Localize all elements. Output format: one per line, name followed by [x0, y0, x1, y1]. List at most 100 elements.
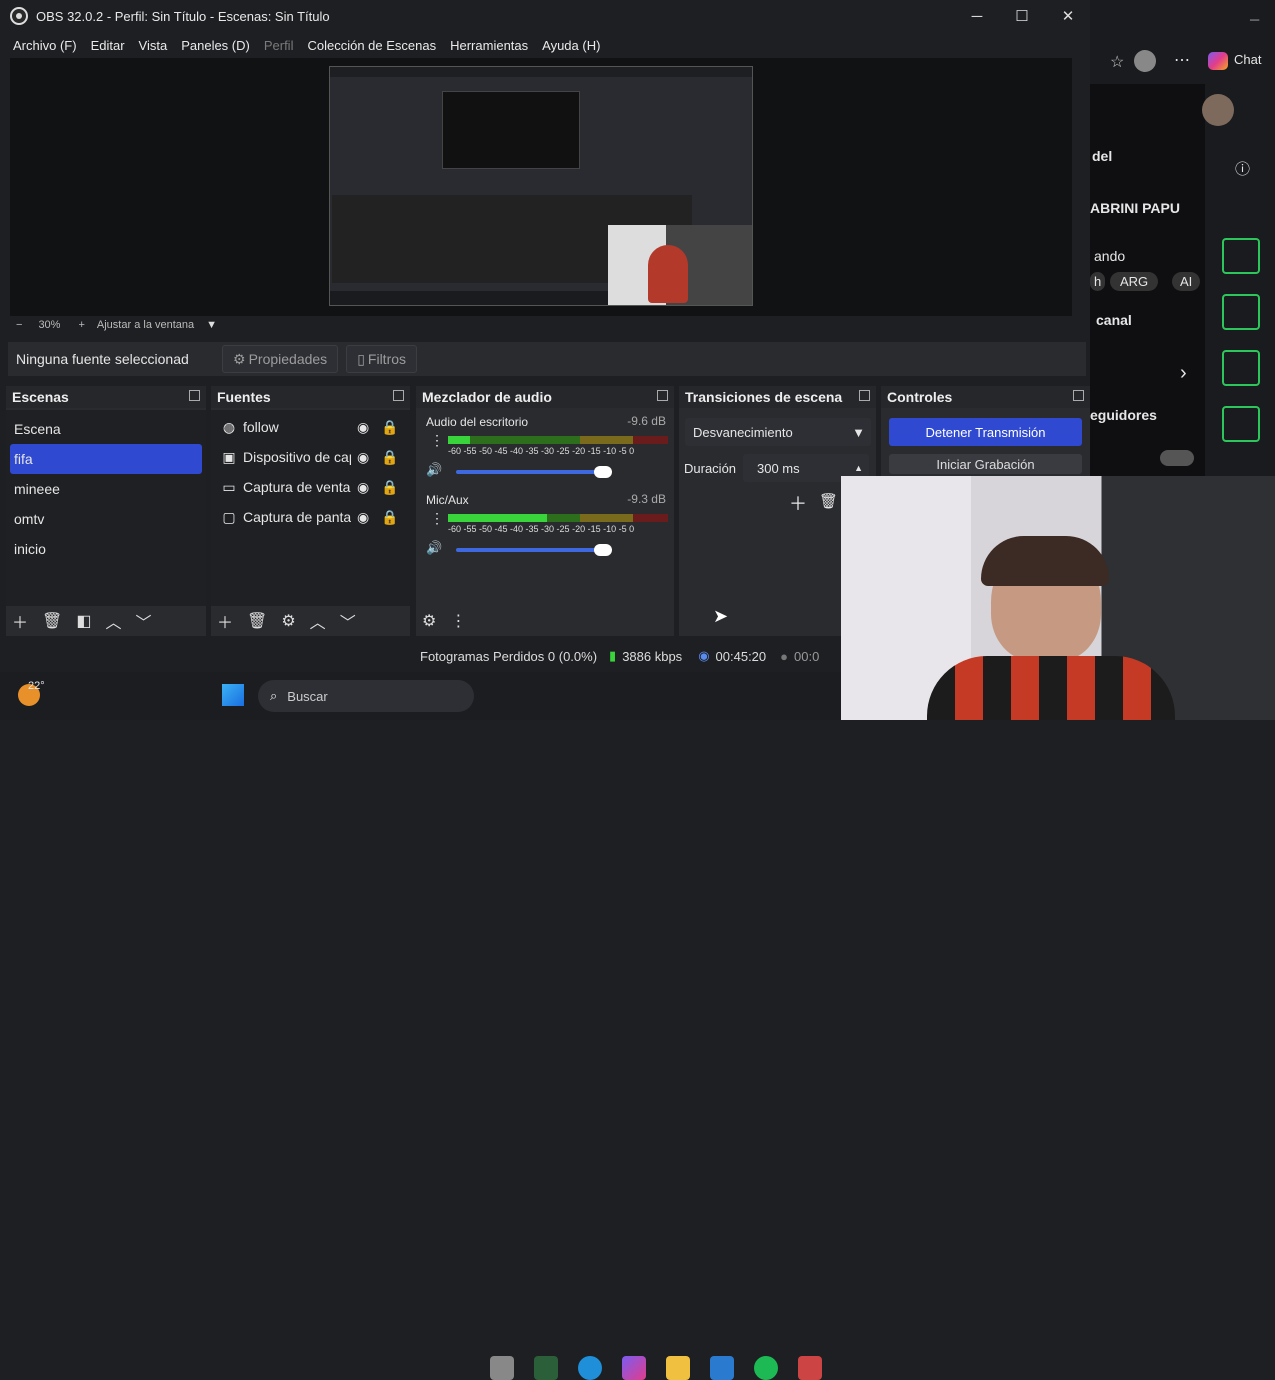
scene-item[interactable]: mineee	[6, 474, 206, 504]
speaker-icon[interactable]: 🔊	[426, 462, 442, 478]
gear-icon[interactable]: ⚙	[281, 611, 295, 631]
popout-icon[interactable]	[859, 390, 870, 401]
scene-item[interactable]: Escena	[6, 414, 206, 444]
chevron-right-icon[interactable]: ›	[1180, 362, 1187, 385]
popout-icon[interactable]	[1073, 390, 1084, 401]
stop-stream-button[interactable]: Detener Transmisión	[889, 418, 1082, 446]
store-icon[interactable]	[710, 1356, 734, 1380]
add-icon[interactable]: ＋	[12, 609, 28, 633]
minimize-button[interactable]: ─	[954, 0, 1000, 32]
windows-start-icon[interactable]	[222, 684, 244, 706]
transition-select[interactable]: Desvanecimiento ▼	[685, 418, 871, 446]
chevron-up-icon[interactable]: ︿	[105, 609, 121, 633]
lock-icon[interactable]: 🔒	[381, 479, 398, 496]
transition-value: Desvanecimiento	[693, 424, 793, 440]
menu-herramientas[interactable]: Herramientas	[443, 38, 535, 53]
popout-icon[interactable]	[189, 390, 200, 401]
lock-icon[interactable]: 🔒	[381, 509, 398, 526]
toggle-switch[interactable]	[1160, 450, 1194, 466]
window-icon: ▭	[222, 478, 236, 495]
zoom-in-button[interactable]: +	[78, 319, 84, 331]
trash-icon[interactable]: 🗑	[42, 611, 62, 631]
source-row[interactable]: ▭ Captura de ventar ◉ 🔒	[211, 472, 410, 502]
streamer-avatar[interactable]	[1202, 94, 1234, 126]
spotify-icon[interactable]	[754, 1356, 778, 1380]
menu-archivo[interactable]: Archivo (F)	[0, 38, 84, 53]
source-row[interactable]: ▣ Dispositivo de cap ◉ 🔒	[211, 442, 410, 472]
app-icon[interactable]	[534, 1356, 558, 1380]
tag: h	[1090, 272, 1106, 291]
eye-icon[interactable]: ◉	[357, 419, 369, 436]
properties-button[interactable]: ⚙ Propiedades	[222, 345, 339, 373]
scene-item[interactable]: omtv	[6, 504, 206, 534]
clip-icon[interactable]	[1222, 238, 1260, 274]
record-time: 00:0	[794, 648, 820, 664]
lock-icon[interactable]: 🔒	[381, 419, 398, 436]
popout-icon[interactable]	[393, 390, 404, 401]
favorite-icon[interactable]: ☆	[1110, 52, 1124, 72]
maximize-button[interactable]: ☐	[999, 0, 1045, 32]
minimize-icon[interactable]: ─	[1250, 12, 1259, 27]
chevron-up-icon[interactable]: ︿	[310, 609, 326, 633]
more-icon[interactable]: ⋯	[1174, 50, 1190, 70]
profile-avatar[interactable]	[1134, 50, 1156, 72]
source-name: Dispositivo de cap	[243, 449, 351, 465]
eye-icon[interactable]: ◉	[357, 509, 369, 526]
filter-icon[interactable]: ◧	[76, 611, 91, 631]
search-box[interactable]: ⌕ Buscar	[258, 680, 474, 712]
source-row[interactable]: ◍ follow ◉ 🔒	[211, 412, 410, 442]
more-icon[interactable]: ⋮	[430, 432, 444, 449]
menu-paneles[interactable]: Paneles (D)	[174, 38, 257, 53]
source-row[interactable]: ▢ Captura de pantal ◉ 🔒	[211, 502, 410, 532]
add-icon[interactable]: ＋	[789, 490, 807, 516]
edge-icon[interactable]	[578, 1356, 602, 1380]
advanced-audio-icon[interactable]: ⚙	[422, 611, 436, 631]
zoom-fit-button[interactable]: Ajustar a la ventana	[97, 319, 194, 331]
chevron-down-icon[interactable]: ﹀	[340, 609, 356, 633]
stepper-icon[interactable]: ▲	[854, 463, 863, 473]
volume-slider[interactable]	[456, 544, 612, 556]
app-icon[interactable]	[798, 1356, 822, 1380]
properties-label: Propiedades	[248, 351, 328, 367]
chat-bubble-icon[interactable]	[1222, 406, 1260, 442]
add-icon[interactable]: ＋	[217, 609, 233, 633]
menu-coleccion[interactable]: Colección de Escenas	[300, 38, 443, 53]
start-record-button[interactable]: Iniciar Grabación	[889, 454, 1082, 474]
info-icon[interactable]: ⓘ	[1235, 158, 1250, 179]
chat-button[interactable]: Chat	[1234, 52, 1261, 67]
menu-perfil[interactable]: Perfil	[257, 38, 301, 53]
trash-icon[interactable]: 🗑	[247, 611, 267, 631]
zoom-menu-icon[interactable]: ▼	[206, 319, 217, 331]
eye-icon[interactable]: ◉	[357, 479, 369, 496]
speaker-icon[interactable]: 🔊	[426, 540, 442, 556]
sources-title: Fuentes	[217, 389, 271, 405]
zoom-out-button[interactable]: −	[16, 319, 22, 331]
window-title: OBS 32.0.2 - Perfil: Sin Título - Escena…	[36, 8, 330, 24]
scene-item[interactable]: inicio	[6, 534, 206, 564]
eye-icon[interactable]: ◉	[357, 449, 369, 466]
notes-icon[interactable]	[1222, 350, 1260, 386]
menu-vista[interactable]: Vista	[132, 38, 175, 53]
task-view-icon[interactable]	[490, 1356, 514, 1380]
menu-editar[interactable]: Editar	[84, 38, 132, 53]
lock-icon[interactable]: 🔒	[381, 449, 398, 466]
volume-slider[interactable]	[456, 466, 612, 478]
monitor-icon: ▢	[222, 508, 236, 525]
sources-dock: Fuentes ◍ follow ◉ 🔒 ▣ Dispositivo de cap…	[211, 386, 410, 636]
source-name: Captura de ventar	[243, 479, 351, 495]
meter-scale: -60 -55 -50 -45 -40 -35 -30 -25 -20 -15 …	[448, 524, 635, 534]
scene-item-selected[interactable]: fifa	[10, 444, 202, 474]
popout-icon[interactable]	[657, 390, 668, 401]
folder-icon[interactable]	[666, 1356, 690, 1380]
close-button[interactable]: ✕	[1045, 0, 1091, 32]
chevron-down-icon[interactable]: ﹀	[135, 609, 151, 633]
filters-button[interactable]: ▯ Filtros	[346, 345, 418, 373]
followers-text: eguidores	[1090, 407, 1157, 423]
trash-icon[interactable]: 🗑	[819, 492, 838, 510]
live-time: 00:45:20	[715, 648, 767, 664]
menu-ayuda[interactable]: Ayuda (H)	[535, 38, 607, 53]
lightning-icon[interactable]	[1222, 294, 1260, 330]
more-icon[interactable]: ⋮	[450, 611, 466, 631]
more-icon[interactable]: ⋮	[430, 510, 444, 527]
copilot-icon[interactable]	[622, 1356, 646, 1380]
